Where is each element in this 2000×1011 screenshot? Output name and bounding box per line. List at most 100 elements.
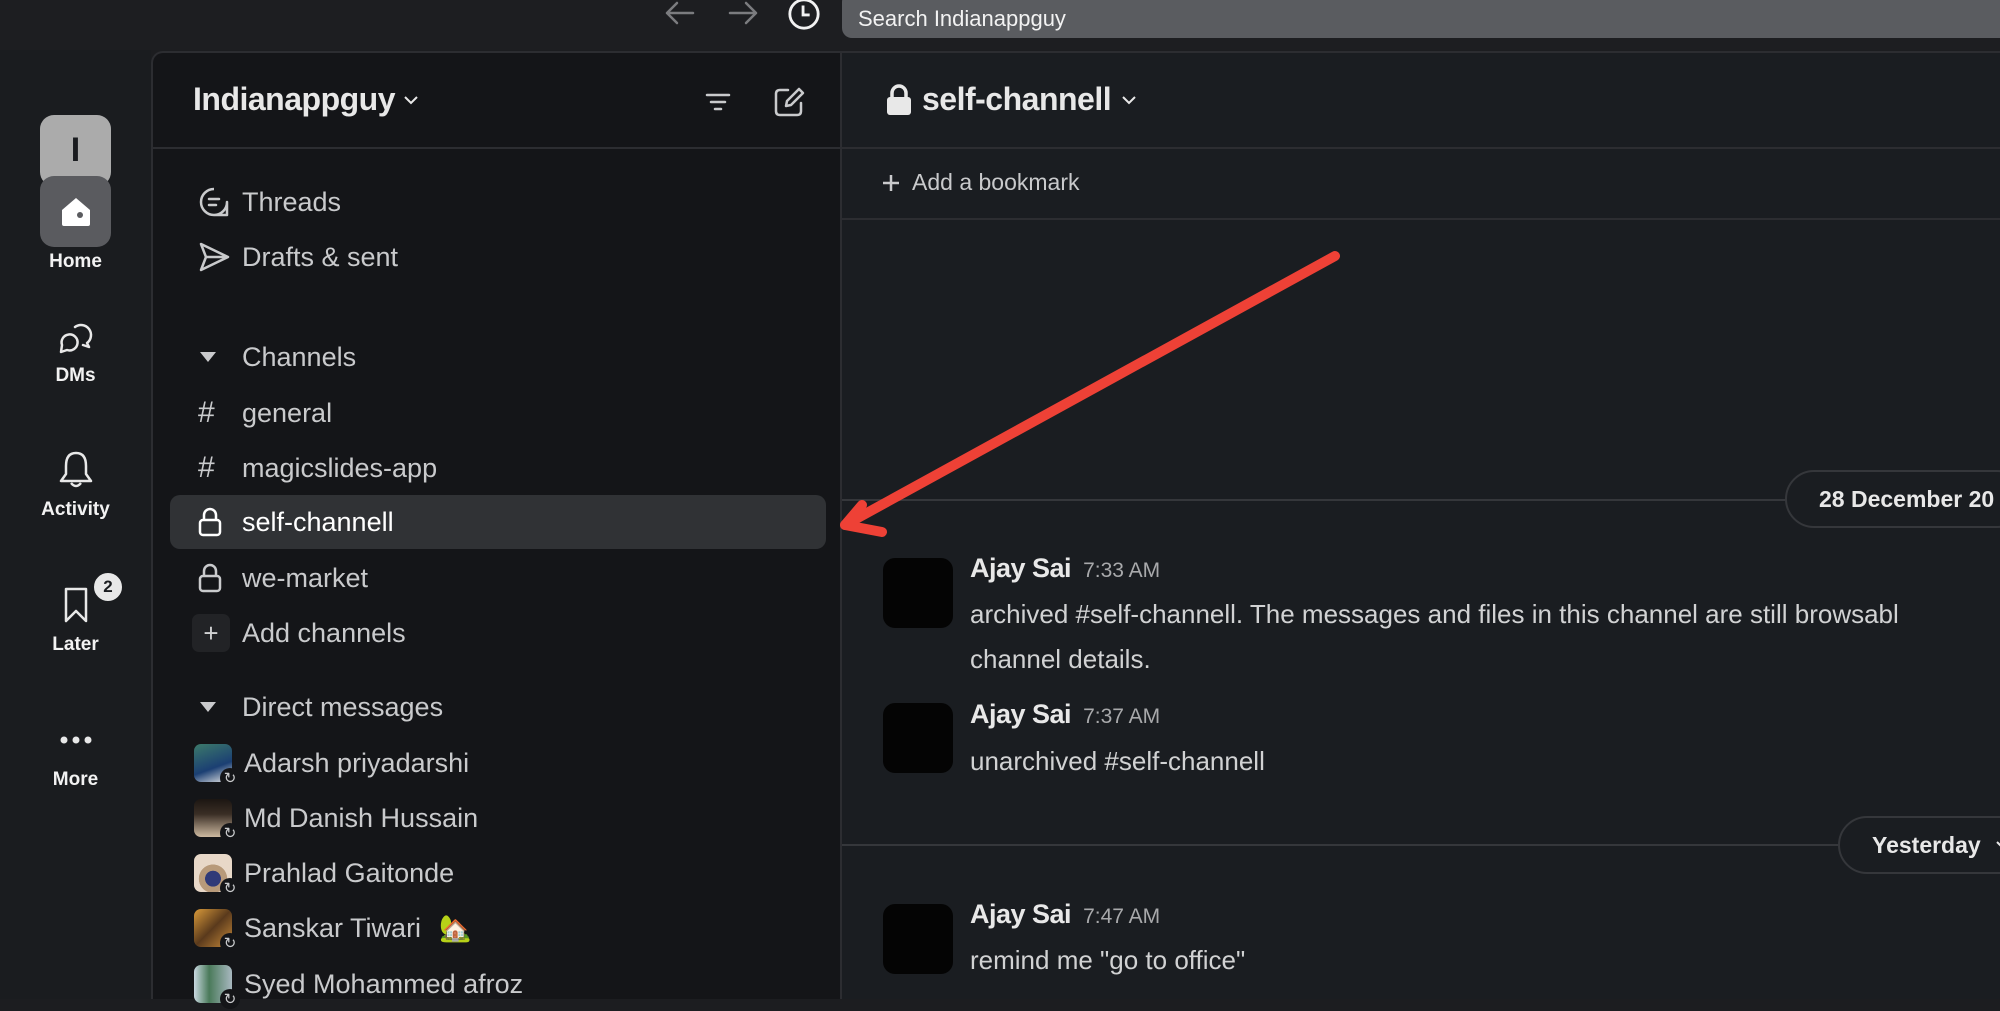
lock-icon-wrap (198, 563, 240, 593)
dm-name: Adarsh priyadarshi (244, 747, 470, 778)
lock-icon (887, 83, 911, 115)
sidebar-item-threads[interactable]: Threads (170, 175, 826, 229)
channel-sidebar: Indianappguy Threads Drafts & sent Chann… (151, 51, 840, 1009)
sidebar-dm-item[interactable]: ↻ Prahlad Gaitonde (170, 846, 826, 900)
sidebar-dm-item[interactable]: ↻ Adarsh priyadarshi (170, 736, 826, 790)
compose-button[interactable] (772, 85, 806, 119)
sidebar-channel-self-channell[interactable]: self-channell (170, 495, 826, 549)
sidebar-item-label: Threads (242, 186, 342, 217)
hash-icon: # (198, 396, 215, 429)
sidebar-dm-item[interactable]: ↻ Syed Mohammed afroz (170, 957, 826, 1011)
day-divider-line (842, 844, 2000, 846)
channel-label: we-market (242, 562, 369, 593)
add-bookmark-label: Add a bookmark (912, 169, 1080, 195)
add-bookmark-button[interactable]: Add a bookmark (882, 169, 1079, 196)
compose-icon (774, 87, 805, 117)
lock-icon (198, 563, 222, 593)
sidebar-item-drafts[interactable]: Drafts & sent (170, 230, 826, 284)
message-avatar[interactable] (883, 904, 953, 974)
sidebar-header: Indianappguy (153, 53, 840, 149)
avatar: ↻ (194, 744, 240, 788)
rail-label-home: Home (49, 251, 102, 272)
caret-down-icon (200, 352, 216, 362)
threads-icon (199, 187, 229, 217)
day-divider-pill[interactable]: 28 December 20 (1785, 470, 2000, 528)
caret-wrap (198, 700, 240, 714)
message-avatar[interactable] (883, 558, 953, 628)
rail-label-activity: Activity (41, 499, 110, 520)
channel-label: self-channell (242, 506, 394, 537)
history-button[interactable] (787, 0, 821, 36)
forward-button[interactable] (727, 0, 761, 26)
message-author[interactable]: Ajay Sai (970, 553, 1072, 584)
more-icon-box (40, 715, 111, 765)
message-author[interactable]: Ajay Sai (970, 699, 1072, 730)
bookmarks-bar: Add a bookmark (842, 149, 2000, 220)
filter-icon (705, 93, 731, 111)
message-author[interactable]: Ajay Sai (970, 899, 1072, 930)
message-avatar[interactable] (883, 703, 953, 773)
message-text: unarchived #self-channell (970, 746, 1265, 776)
more-icon (60, 736, 91, 744)
caret-wrap (198, 350, 240, 364)
back-button[interactable] (662, 0, 696, 26)
dm-name: Md Danish Hussain (244, 802, 479, 833)
plus-icon: + (192, 614, 230, 652)
message-header: Ajay Sai 7:33 AM (970, 553, 1160, 584)
message-timestamp[interactable]: 7:47 AM (1083, 905, 1160, 929)
dm-section-toggle[interactable]: Direct messages (170, 680, 826, 734)
message-text: archived #self-channell. The messages an… (970, 599, 1899, 629)
hash-icon: # (198, 451, 215, 484)
workspace-name: Indianappguy (193, 81, 396, 117)
add-box-wrap: + (192, 614, 240, 652)
message-text: channel details. (970, 644, 1151, 674)
lock-icon (198, 507, 222, 537)
status-snooze-icon: ↻ (220, 933, 240, 953)
home-icon (61, 197, 90, 226)
search-bar[interactable]: Search Indianappguy (842, 0, 2000, 38)
activity-icon-box (40, 445, 111, 495)
dm-name: Syed Mohammed afroz (244, 968, 524, 999)
rail-item-more[interactable]: More (0, 715, 151, 791)
message-header: Ajay Sai 7:47 AM (970, 899, 1160, 930)
send-icon (199, 242, 230, 272)
channel-view: self-channell Add a bookmark 28 December… (840, 51, 2000, 999)
channel-label: magicslides-app (242, 452, 438, 483)
dms-icon (59, 323, 92, 354)
rail-item-later[interactable]: Later 2 (0, 571, 151, 656)
rail-item-dms[interactable]: DMs (0, 311, 151, 387)
workspace-name-button[interactable]: Indianappguy (193, 81, 419, 118)
caret-down-icon (200, 702, 216, 712)
day-divider-pill[interactable]: Yesterday (1838, 816, 2000, 874)
message-timestamp[interactable]: 7:33 AM (1083, 559, 1160, 583)
sidebar-channel-magicslides-app[interactable]: # magicslides-app (170, 441, 826, 495)
top-bar: Search Indianappguy (0, 0, 2000, 50)
status-snooze-icon: ↻ (220, 823, 240, 843)
send-icon-wrap (198, 241, 240, 273)
chevron-down-icon (404, 95, 418, 104)
arrow-right-icon (728, 1, 758, 25)
arrow-left-icon (665, 1, 695, 25)
dms-icon-box (40, 311, 111, 361)
home-icon-box (40, 176, 111, 247)
dm-name: Prahlad Gaitonde (244, 857, 455, 888)
sidebar-channel-general[interactable]: # general (170, 386, 826, 440)
message-timestamp[interactable]: 7:37 AM (1083, 705, 1160, 729)
rail-label-later: Later (52, 634, 99, 655)
rail-label-more: More (52, 769, 99, 790)
avatar: ↻ (194, 909, 240, 953)
sidebar-dm-item[interactable]: ↻ Md Danish Hussain (170, 791, 826, 845)
sidebar-dm-item[interactable]: ↻ Sanskar Tiwari 🏡 (170, 901, 826, 955)
channel-title-button[interactable]: self-channell (886, 81, 1137, 118)
rail-item-activity[interactable]: Activity (0, 445, 151, 521)
filter-button[interactable] (701, 85, 735, 119)
chevron-down-icon (1995, 841, 2000, 847)
add-channels-button[interactable]: + Add channels (170, 606, 826, 660)
rail-item-home[interactable]: Home (0, 176, 151, 273)
channels-section-toggle[interactable]: Channels (170, 330, 826, 384)
message-header: Ajay Sai 7:37 AM (970, 699, 1160, 730)
avatar: ↻ (194, 799, 240, 843)
sidebar-channel-we-market[interactable]: we-market (170, 551, 826, 605)
dm-section-label: Direct messages (242, 691, 444, 722)
status-snooze-icon: ↻ (220, 878, 240, 898)
